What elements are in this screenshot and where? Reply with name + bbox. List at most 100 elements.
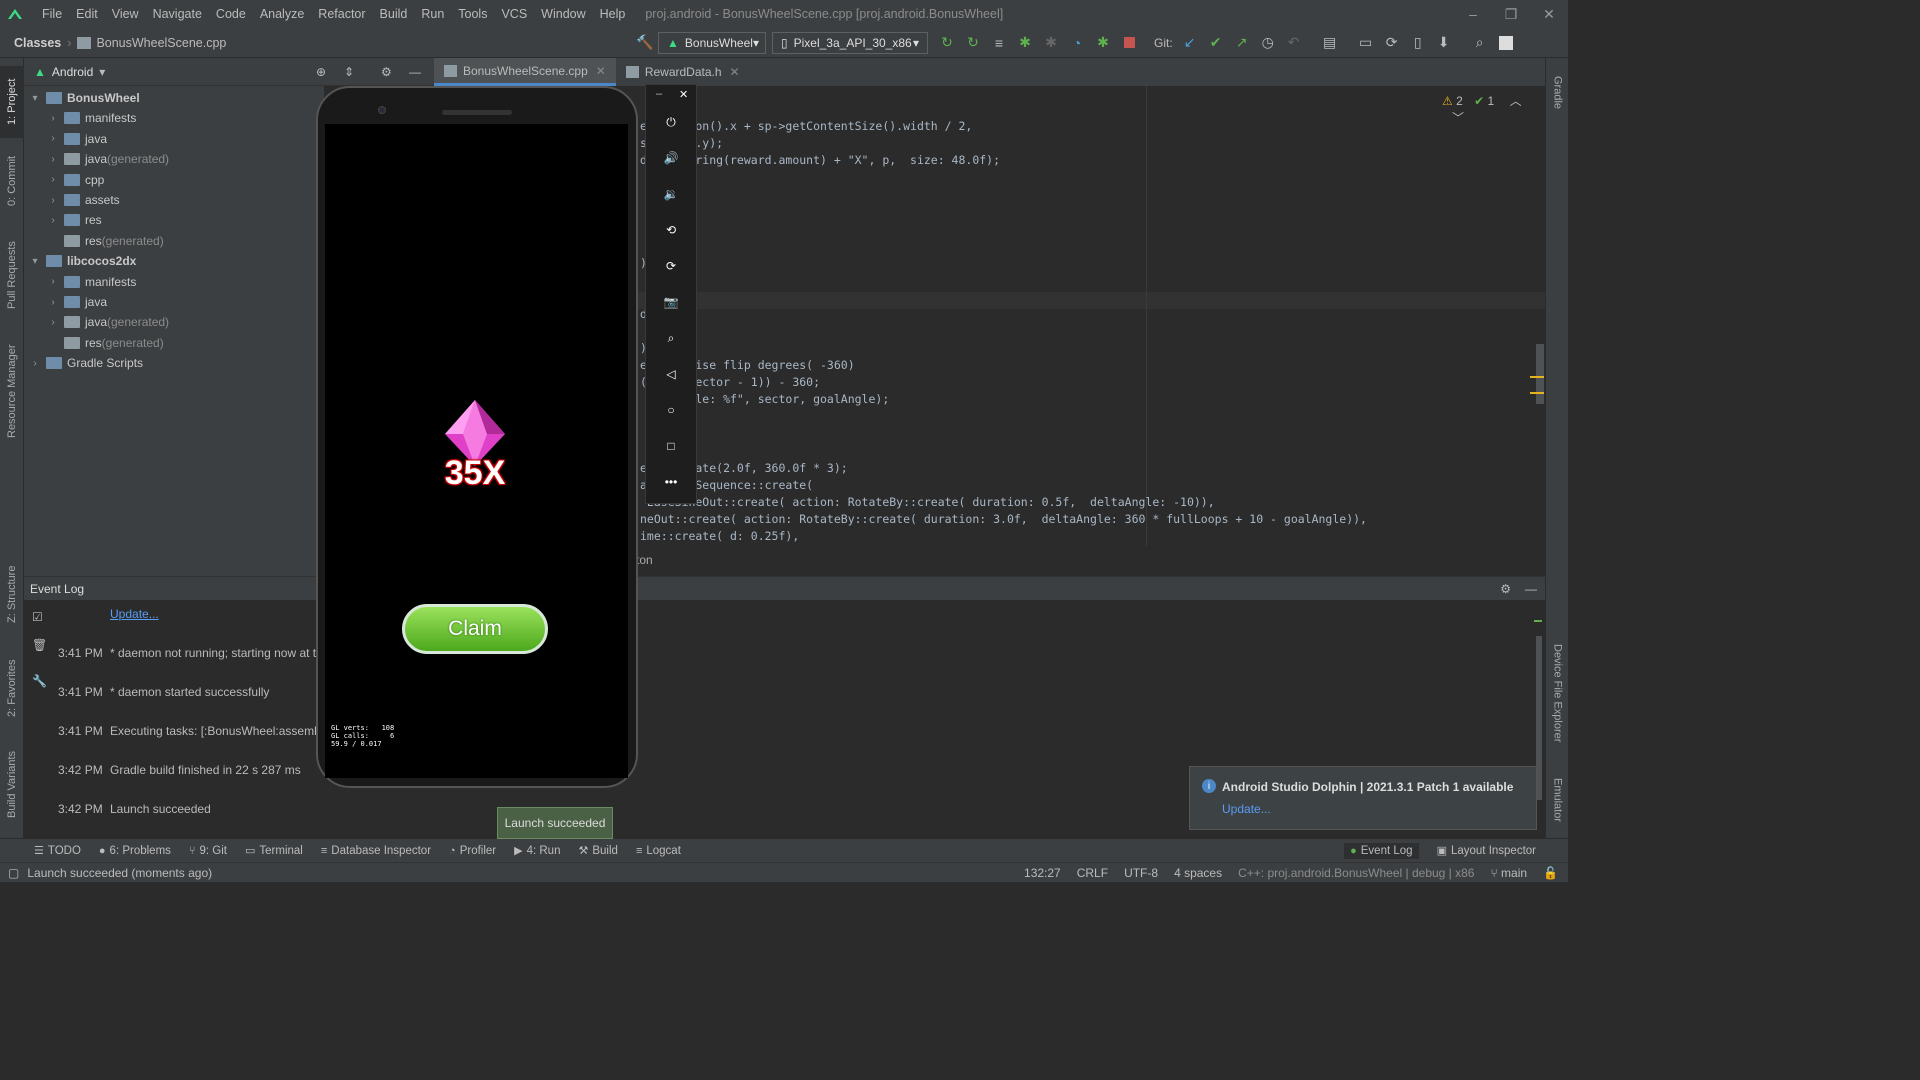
menu-edit[interactable]: Edit [76, 7, 98, 21]
close-icon[interactable]: ✕ [1530, 0, 1568, 28]
sdk-manager-icon[interactable]: ⬇ [1433, 32, 1455, 54]
volume-up-icon[interactable]: 🔊 [656, 143, 686, 173]
toggle-tool-windows-icon[interactable]: ▢ [8, 866, 19, 880]
tree-item[interactable]: res (generated) [48, 231, 164, 251]
tree-item[interactable]: res (generated) [48, 333, 164, 353]
rotate-left-icon[interactable]: ⟲ [656, 215, 686, 245]
chevron-right-icon[interactable]: › [48, 174, 58, 185]
locate-icon[interactable]: ⊕ [316, 65, 326, 79]
tool-tab-gradle[interactable]: Gradle [1546, 68, 1569, 118]
tool-tab-event-log[interactable]: ● Event Log [1344, 842, 1419, 859]
restore-icon[interactable]: ❐ [1492, 0, 1530, 28]
menu-tools[interactable]: Tools [458, 7, 487, 21]
tree-item[interactable]: › assets [48, 190, 119, 210]
home-icon[interactable]: ○ [656, 395, 686, 425]
chevron-right-icon[interactable]: › [48, 133, 58, 144]
tool-tab-favorites[interactable]: 2: Favorites [0, 652, 24, 724]
chevron-right-icon[interactable]: › [48, 215, 58, 226]
tab-rewarddata-h[interactable]: RewardData.h ✕ [616, 58, 750, 86]
git-commit-icon[interactable]: ✔ [1205, 32, 1227, 54]
build-hammer-icon[interactable]: 🔨 [634, 32, 656, 54]
chevron-right-icon[interactable]: › [48, 113, 58, 124]
status-message[interactable]: Launch succeeded (moments ago) [27, 866, 212, 880]
tool-tab-build[interactable]: ⚒ Build [578, 844, 617, 858]
tree-item[interactable]: ▾ libcocos2dx [30, 251, 136, 271]
menu-vcs[interactable]: VCS [501, 7, 527, 21]
menu-code[interactable]: Code [216, 7, 246, 21]
chevron-right-icon[interactable]: › [48, 317, 58, 328]
menu-view[interactable]: View [112, 7, 139, 21]
overview-icon[interactable]: □ [656, 431, 686, 461]
indent-setting[interactable]: 4 spaces [1174, 866, 1222, 880]
code-breadcrumb[interactable]: ton [636, 553, 1545, 571]
tool-tab-todo[interactable]: ☰ TODO [34, 844, 81, 858]
collapse-all-icon[interactable]: ⇕ [344, 65, 354, 79]
rerun-icon[interactable]: ↻ [936, 32, 958, 54]
account-icon[interactable] [1495, 32, 1517, 54]
tool-tab-project[interactable]: 1: Project [0, 66, 24, 138]
back-icon[interactable]: ◁ [656, 359, 686, 389]
tool-tab-layout-inspector[interactable]: ▣ Layout Inspector [1437, 843, 1536, 859]
device-manager-icon[interactable]: ▯ [1407, 32, 1429, 54]
hide-panel-icon[interactable]: — [409, 65, 421, 79]
tree-item[interactable]: › Gradle Scripts [30, 353, 143, 373]
attach-process-icon[interactable]: ✱ [1092, 32, 1114, 54]
tree-item[interactable]: › java (generated) [48, 149, 169, 169]
menu-file[interactable]: File [42, 7, 62, 21]
chevron-right-icon[interactable]: › [30, 358, 40, 369]
chevron-right-icon[interactable]: › [48, 276, 58, 287]
code-editor[interactable]: ⚠ 2 ✔ 1 ︿ ﹀ etPosition().x + sp->getCont… [636, 86, 1545, 546]
git-update-icon[interactable]: ↙ [1179, 32, 1201, 54]
rollback-icon[interactable]: ↶ [1283, 32, 1305, 54]
stop-icon[interactable] [1118, 32, 1140, 54]
menu-window[interactable]: Window [541, 7, 585, 21]
volume-down-icon[interactable]: 🔉 [656, 179, 686, 209]
next-highlight-icon[interactable]: ﹀ [1452, 111, 1464, 125]
menu-analyze[interactable]: Analyze [260, 7, 304, 21]
breadcrumb-file[interactable]: BonusWheelScene.cpp [96, 36, 226, 50]
line-separator[interactable]: CRLF [1077, 866, 1108, 880]
camera-icon[interactable]: 📷 [656, 287, 686, 317]
debug-icon[interactable]: ✱ [1014, 32, 1036, 54]
build-context[interactable]: C++: proj.android.BonusWheel | debug | x… [1238, 866, 1474, 880]
notification-update-link[interactable]: Update... [1222, 802, 1271, 816]
coverage-icon[interactable]: ≡ [988, 32, 1010, 54]
close-icon[interactable]: ✕ [730, 65, 740, 79]
attach-debugger-icon[interactable]: ✱ [1040, 32, 1062, 54]
git-branch[interactable]: ⑂ main [1490, 866, 1527, 880]
tree-item[interactable]: › java [48, 292, 107, 312]
git-push-icon[interactable]: ↗ [1231, 32, 1253, 54]
minimize-icon[interactable]: – [656, 88, 662, 100]
update-link[interactable]: Update... [110, 607, 159, 621]
chevron-right-icon[interactable]: › [48, 297, 58, 308]
zoom-icon[interactable]: ⌕ [656, 323, 686, 353]
tree-item[interactable]: › res [48, 210, 101, 230]
menu-help[interactable]: Help [600, 7, 626, 21]
claim-button[interactable]: Claim [402, 604, 548, 654]
caret-position[interactable]: 132:27 [1024, 866, 1061, 880]
chevron-down-icon[interactable]: ▾ [30, 93, 40, 104]
tree-item[interactable]: › manifests [48, 108, 136, 128]
menu-build[interactable]: Build [380, 7, 408, 21]
minimize-icon[interactable]: – [1454, 0, 1492, 28]
tool-tab-terminal[interactable]: ▭ Terminal [245, 844, 303, 858]
rotate-right-icon[interactable]: ⟳ [656, 251, 686, 281]
tool-tab-device-file-explorer[interactable]: Device File Explorer [1546, 638, 1569, 748]
project-structure-icon[interactable]: ▤ [1319, 32, 1341, 54]
more-icon[interactable]: ••• [656, 467, 686, 497]
run-config-select[interactable]: ▲ BonusWheel ▾ [658, 31, 766, 54]
tool-tab-emulator[interactable]: Emulator [1546, 770, 1569, 830]
tool-tab-commit[interactable]: 0: Commit [0, 146, 24, 216]
apply-changes-icon[interactable]: ↻ [962, 32, 984, 54]
lock-icon[interactable]: 🔓 [1543, 866, 1558, 880]
project-view-select[interactable]: Android [52, 65, 93, 79]
sync-gradle-icon[interactable]: ⟳ [1381, 32, 1403, 54]
tool-tab-logcat[interactable]: ≡ Logcat [636, 845, 681, 857]
tree-item[interactable]: › java (generated) [48, 312, 169, 332]
tool-tab-pull-requests[interactable]: Pull Requests [0, 234, 24, 316]
device-select[interactable]: ▯ Pixel_3a_API_30_x86 ▾ [772, 31, 928, 54]
chevron-right-icon[interactable]: › [48, 195, 58, 206]
emulator-screen[interactable]: 35X Claim GL verts: 108 GL calls: 6 59.9 /… [325, 124, 628, 778]
close-icon[interactable]: ✕ [596, 64, 606, 78]
tree-item[interactable]: › java [48, 129, 107, 149]
